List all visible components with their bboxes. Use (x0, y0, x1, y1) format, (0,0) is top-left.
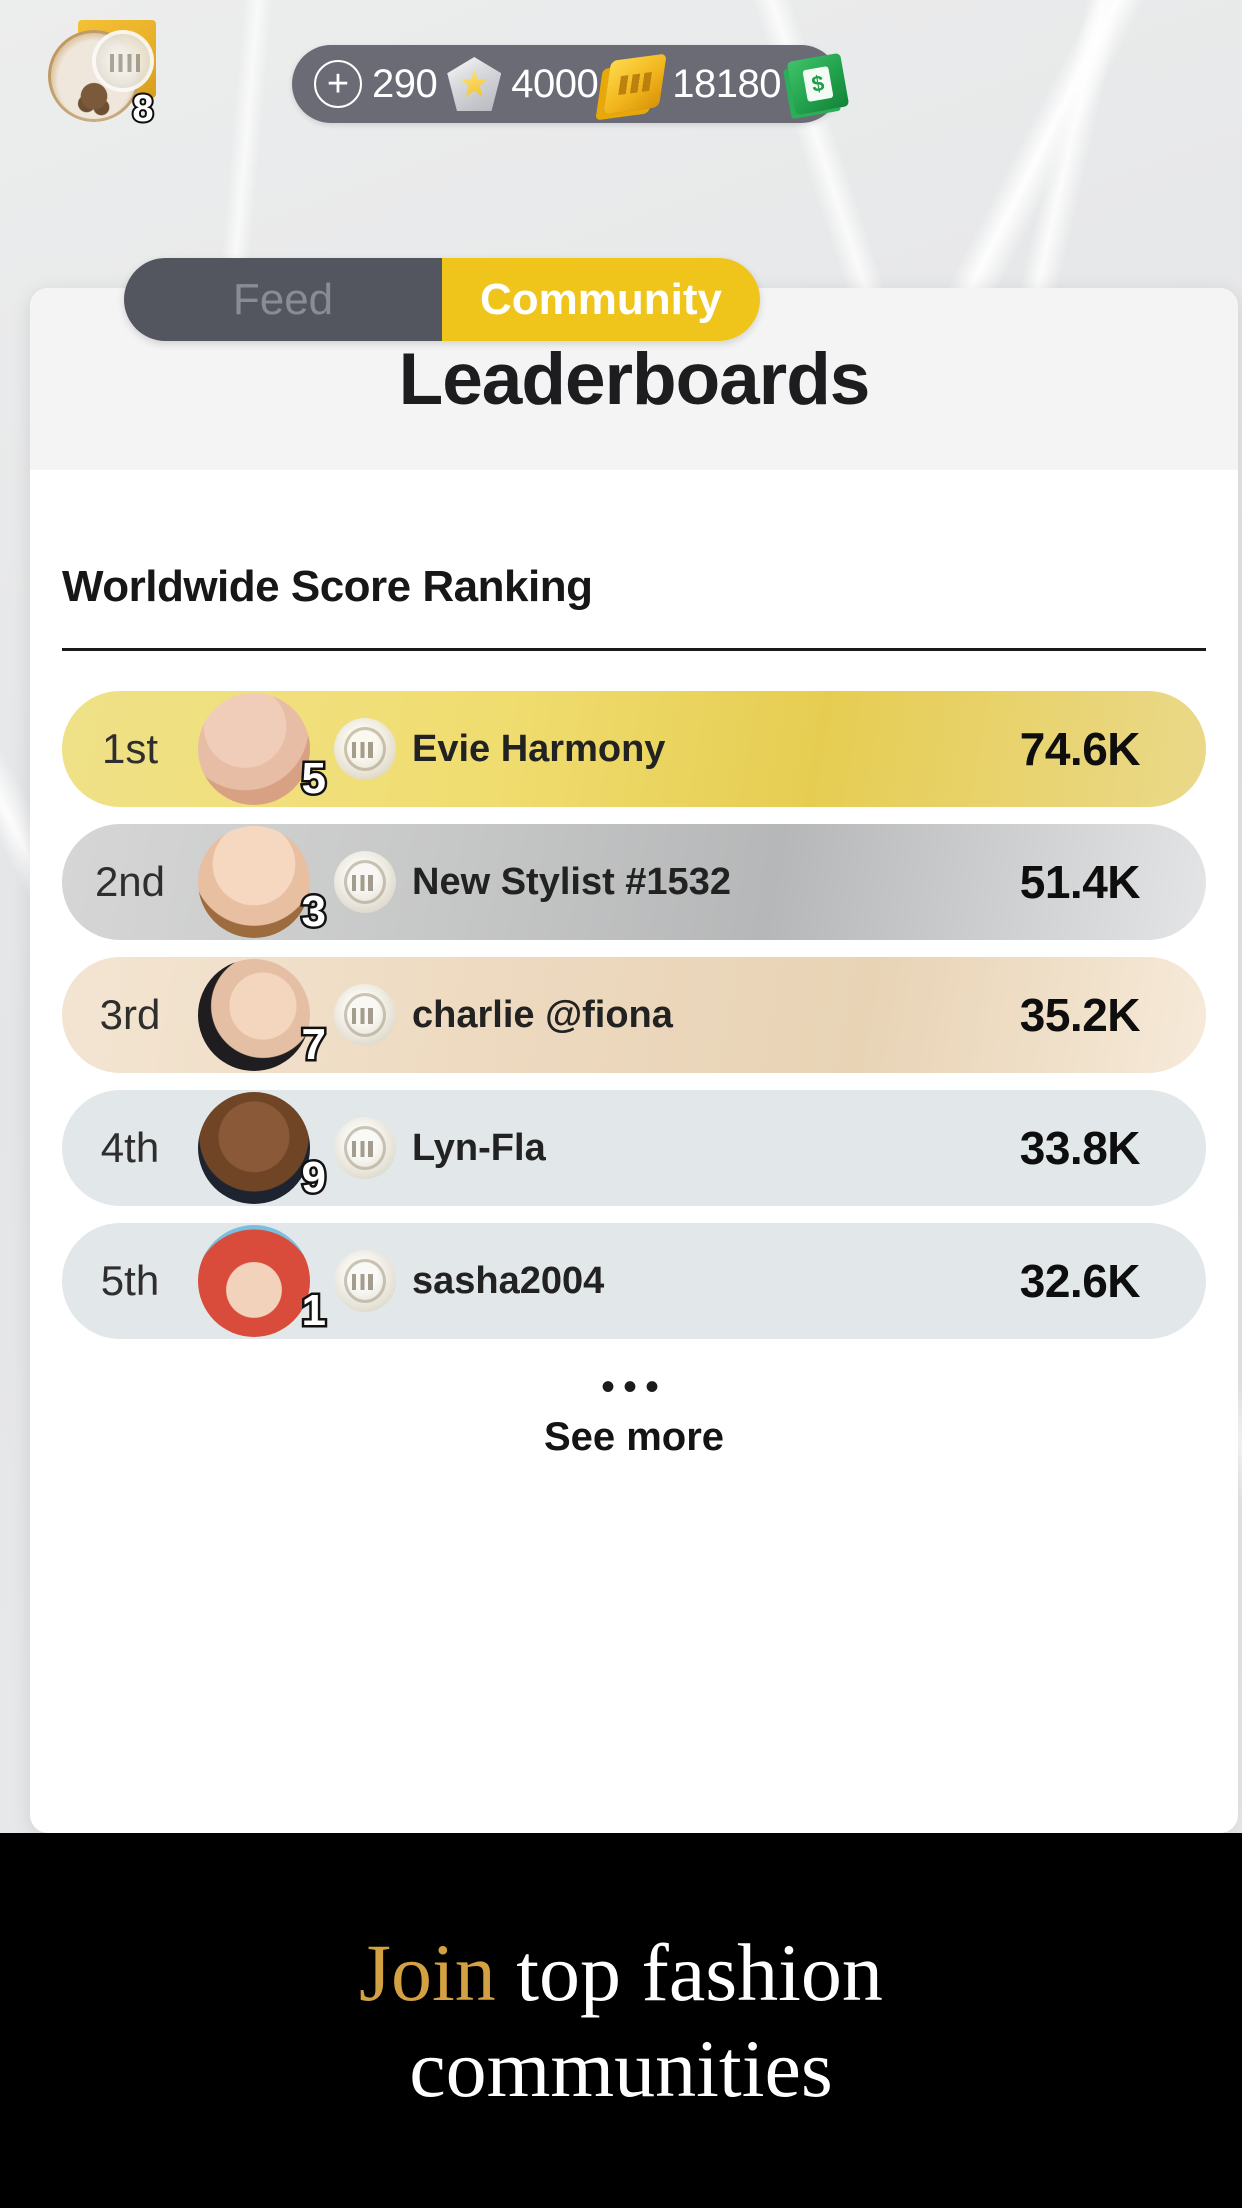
ticket-icon (603, 53, 667, 115)
rank-label: 1st (101, 725, 159, 772)
user-photo (198, 959, 310, 1071)
page-title: Leaderboards (398, 338, 871, 420)
table-row[interactable]: 2nd 3 New Stylist #1532 51.4K (62, 824, 1206, 940)
score-value: 51.4K (1019, 856, 1141, 908)
username-label: Evie Harmony (412, 727, 666, 770)
score-value: 32.6K (1019, 1255, 1141, 1307)
avatar[interactable]: 5 (198, 691, 329, 807)
table-row[interactable]: 5th 1 sasha2004 32.6K (62, 1223, 1206, 1339)
score-value: 74.6K (1019, 723, 1141, 775)
user-level-badge: 3 (299, 887, 329, 936)
user-photo (198, 826, 310, 938)
see-more-label: See more (543, 1415, 725, 1459)
banner-line-2: communities (409, 2022, 833, 2114)
username-label: charlie @fiona (412, 993, 673, 1036)
top-bar: 8 + 290 4000 18180 (0, 0, 1242, 175)
rank-label: 4th (100, 1124, 160, 1171)
table-row[interactable]: 4th 9 Lyn-Fla 33.8K (62, 1090, 1206, 1206)
section-title: Worldwide Score Ranking (62, 562, 593, 611)
avatar-crest-icon (92, 30, 154, 92)
username-label: New Stylist #1532 (412, 860, 731, 903)
tab-community[interactable]: Community (442, 258, 760, 341)
user-level-badge: 1 (299, 1286, 329, 1335)
user-level-badge: 5 (299, 754, 329, 803)
avatar[interactable]: 9 (198, 1090, 329, 1206)
username-label: sasha2004 (412, 1259, 605, 1302)
user-photo (198, 1092, 310, 1204)
score-value: 33.8K (1019, 1122, 1141, 1174)
ticket-amount: 4000 (511, 61, 599, 106)
user-level-badge: 9 (299, 1153, 329, 1202)
leaderboards-card: Leaderboards Worldwide Score Ranking 1st… (30, 288, 1238, 1833)
banner-line-1: Join top fashion (0, 1925, 1242, 2020)
username-label: Lyn-Fla (412, 1126, 546, 1169)
avatar-level-badge: 8 (130, 86, 155, 132)
gem-icon (447, 57, 502, 111)
currency-bar: + 290 4000 18180 (292, 45, 850, 123)
table-row[interactable]: 3rd 7 charlie @fiona 35.2K (62, 957, 1206, 1073)
score-value: 35.2K (1019, 989, 1141, 1041)
community-crest-icon (334, 984, 396, 1046)
rank-label: 5th (100, 1257, 160, 1304)
leaderboard-list: 1st 5 Evie Harmony 74.6K 2nd 3 New Styli… (62, 691, 1206, 1339)
user-level-badge: 7 (299, 1020, 329, 1069)
rank-label: 3rd (99, 991, 161, 1038)
banner-join-word: Join (359, 1927, 496, 2019)
ellipsis-icon: ••• (600, 1365, 667, 1409)
avatar[interactable]: 7 (198, 957, 329, 1073)
user-photo (198, 693, 310, 805)
table-row[interactable]: 1st 5 Evie Harmony 74.6K (62, 691, 1206, 807)
ranking-section: Worldwide Score Ranking 1st 5 Evie Harmo… (30, 470, 1238, 1460)
user-photo (198, 1225, 310, 1337)
feed-community-tabs: Feed Community (124, 258, 760, 341)
community-crest-icon (334, 851, 396, 913)
cash-icon (786, 52, 850, 116)
tab-feed[interactable]: Feed (124, 258, 442, 341)
profile-avatar-button[interactable]: 8 (42, 18, 164, 132)
banner-line-1-rest: top fashion (495, 1927, 883, 2019)
community-crest-icon (334, 1117, 396, 1179)
avatar[interactable]: 3 (198, 824, 329, 940)
community-crest-icon (334, 1250, 396, 1312)
see-more-button[interactable]: ••• See more (62, 1365, 1206, 1460)
section-divider (62, 648, 1206, 651)
gem-amount: 290 (372, 61, 438, 106)
promo-banner[interactable]: Join top fashion communities (0, 1833, 1242, 2208)
avatar[interactable]: 1 (198, 1223, 329, 1339)
rank-label: 2nd (94, 858, 166, 905)
cash-amount: 18180 (672, 61, 781, 106)
community-crest-icon (334, 718, 396, 780)
add-currency-button[interactable]: + (314, 60, 362, 108)
